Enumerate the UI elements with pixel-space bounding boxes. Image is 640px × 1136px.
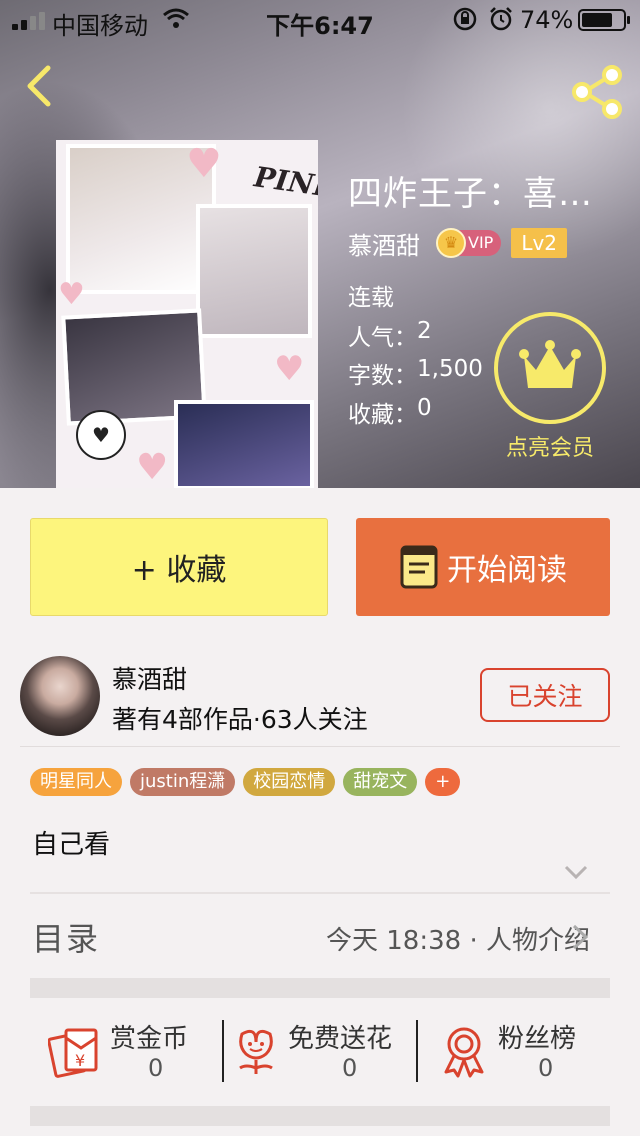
- vip-badge: ♛ VIP: [436, 228, 502, 258]
- fan-ranking-label: 粉丝榜: [498, 1024, 577, 1054]
- member-label[interactable]: 点亮会员: [480, 430, 620, 462]
- book-cover[interactable]: ♥ ♥ ♥ ♥ PINK ♥: [56, 140, 318, 488]
- medal-icon: [444, 1027, 484, 1078]
- add-favorite-button[interactable]: + 收藏: [30, 518, 328, 616]
- share-icon: [572, 65, 622, 119]
- red-envelope-icon: ¥: [48, 1028, 98, 1078]
- heart-icon: ♥: [274, 349, 305, 389]
- chevron-right-icon[interactable]: [568, 922, 592, 952]
- book-title: 四炸王子：喜…: [348, 174, 593, 214]
- free-flowers-label: 免费送花: [288, 1024, 393, 1054]
- avatar[interactable]: [20, 656, 100, 736]
- reward-coins-value: 0: [148, 1054, 164, 1082]
- cover-photo: [196, 204, 312, 338]
- divider: [20, 746, 620, 747]
- battery-percent: 74%: [520, 6, 574, 34]
- cover-photo: [174, 400, 314, 488]
- fan-ranking-value: 0: [538, 1054, 554, 1082]
- word-count-line: 字数： 1,500: [348, 356, 483, 390]
- book-status: 连载: [348, 285, 394, 311]
- word-count-value: 1,500: [417, 356, 483, 382]
- popularity-value: 2: [417, 318, 432, 344]
- popularity-label: 人气：: [348, 325, 417, 351]
- section-spacer: [30, 978, 610, 998]
- svg-text:¥: ¥: [75, 1051, 85, 1070]
- tag[interactable]: 校园恋情: [243, 768, 336, 796]
- fan-ranking[interactable]: 粉丝榜 0: [420, 1010, 610, 1090]
- start-reading-button[interactable]: 开始阅读: [356, 518, 610, 616]
- book-intro: 自己看: [32, 830, 111, 860]
- word-count-label: 字数：: [348, 363, 417, 389]
- battery-icon: [578, 9, 630, 31]
- reward-stats: ¥ 赏金币 0 免费送花 0 粉丝榜 0: [30, 1010, 610, 1090]
- heart-icon: ♥: [186, 141, 222, 187]
- heart-icon: ♥: [58, 277, 85, 312]
- back-button[interactable]: [16, 60, 68, 112]
- tag[interactable]: justin程潇: [130, 768, 236, 796]
- follow-button[interactable]: 已关注: [480, 668, 610, 722]
- author-card-name[interactable]: 慕酒甜: [112, 660, 187, 696]
- rotation-lock-icon: [452, 6, 478, 38]
- author-row: 慕酒甜 ♛ VIP Lv2: [348, 226, 568, 261]
- reward-coins[interactable]: ¥ 赏金币 0: [30, 1010, 220, 1090]
- follow-label: 已关注: [507, 682, 583, 711]
- crown-icon: ♛: [436, 228, 466, 258]
- divider: [222, 1020, 224, 1082]
- expand-intro-button[interactable]: [562, 858, 590, 886]
- heart-icon: ♥: [136, 447, 169, 488]
- tag[interactable]: 明星同人: [30, 768, 122, 796]
- vip-label: VIP: [468, 233, 494, 252]
- chevron-down-icon: [564, 865, 588, 880]
- tag[interactable]: 甜宠文: [343, 768, 418, 796]
- favorites-line: 收藏： 0: [348, 395, 432, 429]
- table-of-contents-label[interactable]: 目录: [32, 914, 100, 960]
- author-card-stats: 著有4部作品·63人关注: [112, 705, 368, 734]
- favorites-label: 收藏：: [348, 402, 417, 428]
- book-icon: [400, 545, 438, 589]
- level-badge: Lv2: [511, 228, 568, 258]
- section-spacer: [30, 1106, 610, 1126]
- tag-list: 明星同人 justin程潇 校园恋情 甜宠文 +: [30, 768, 461, 796]
- add-tag-button[interactable]: +: [425, 768, 461, 796]
- popularity-line: 人气： 2: [348, 318, 432, 352]
- member-button[interactable]: [494, 312, 606, 424]
- crown-icon: [519, 340, 581, 388]
- cover-title-word: PINK: [252, 160, 318, 205]
- alarm-icon: [488, 6, 514, 38]
- flower-icon: [239, 1029, 273, 1074]
- add-favorite-label: + 收藏: [131, 553, 227, 588]
- reward-coins-label: 赏金币: [110, 1024, 189, 1054]
- divider: [416, 1020, 418, 1082]
- chevron-left-icon: [27, 65, 51, 107]
- share-button[interactable]: [566, 64, 630, 120]
- divider: [30, 892, 610, 894]
- author-name[interactable]: 慕酒甜: [348, 226, 420, 261]
- cover-heart-badge: ♥: [76, 410, 126, 460]
- favorites-value: 0: [417, 395, 432, 421]
- free-flowers[interactable]: 免费送花 0: [226, 1010, 416, 1090]
- start-reading-label: 开始阅读: [447, 553, 567, 588]
- status-bar: 中国移动 下午6:47 74%: [0, 0, 640, 40]
- latest-chapter-link[interactable]: 今天 18:38 · 人物介绍: [326, 920, 590, 957]
- free-flowers-value: 0: [342, 1054, 358, 1082]
